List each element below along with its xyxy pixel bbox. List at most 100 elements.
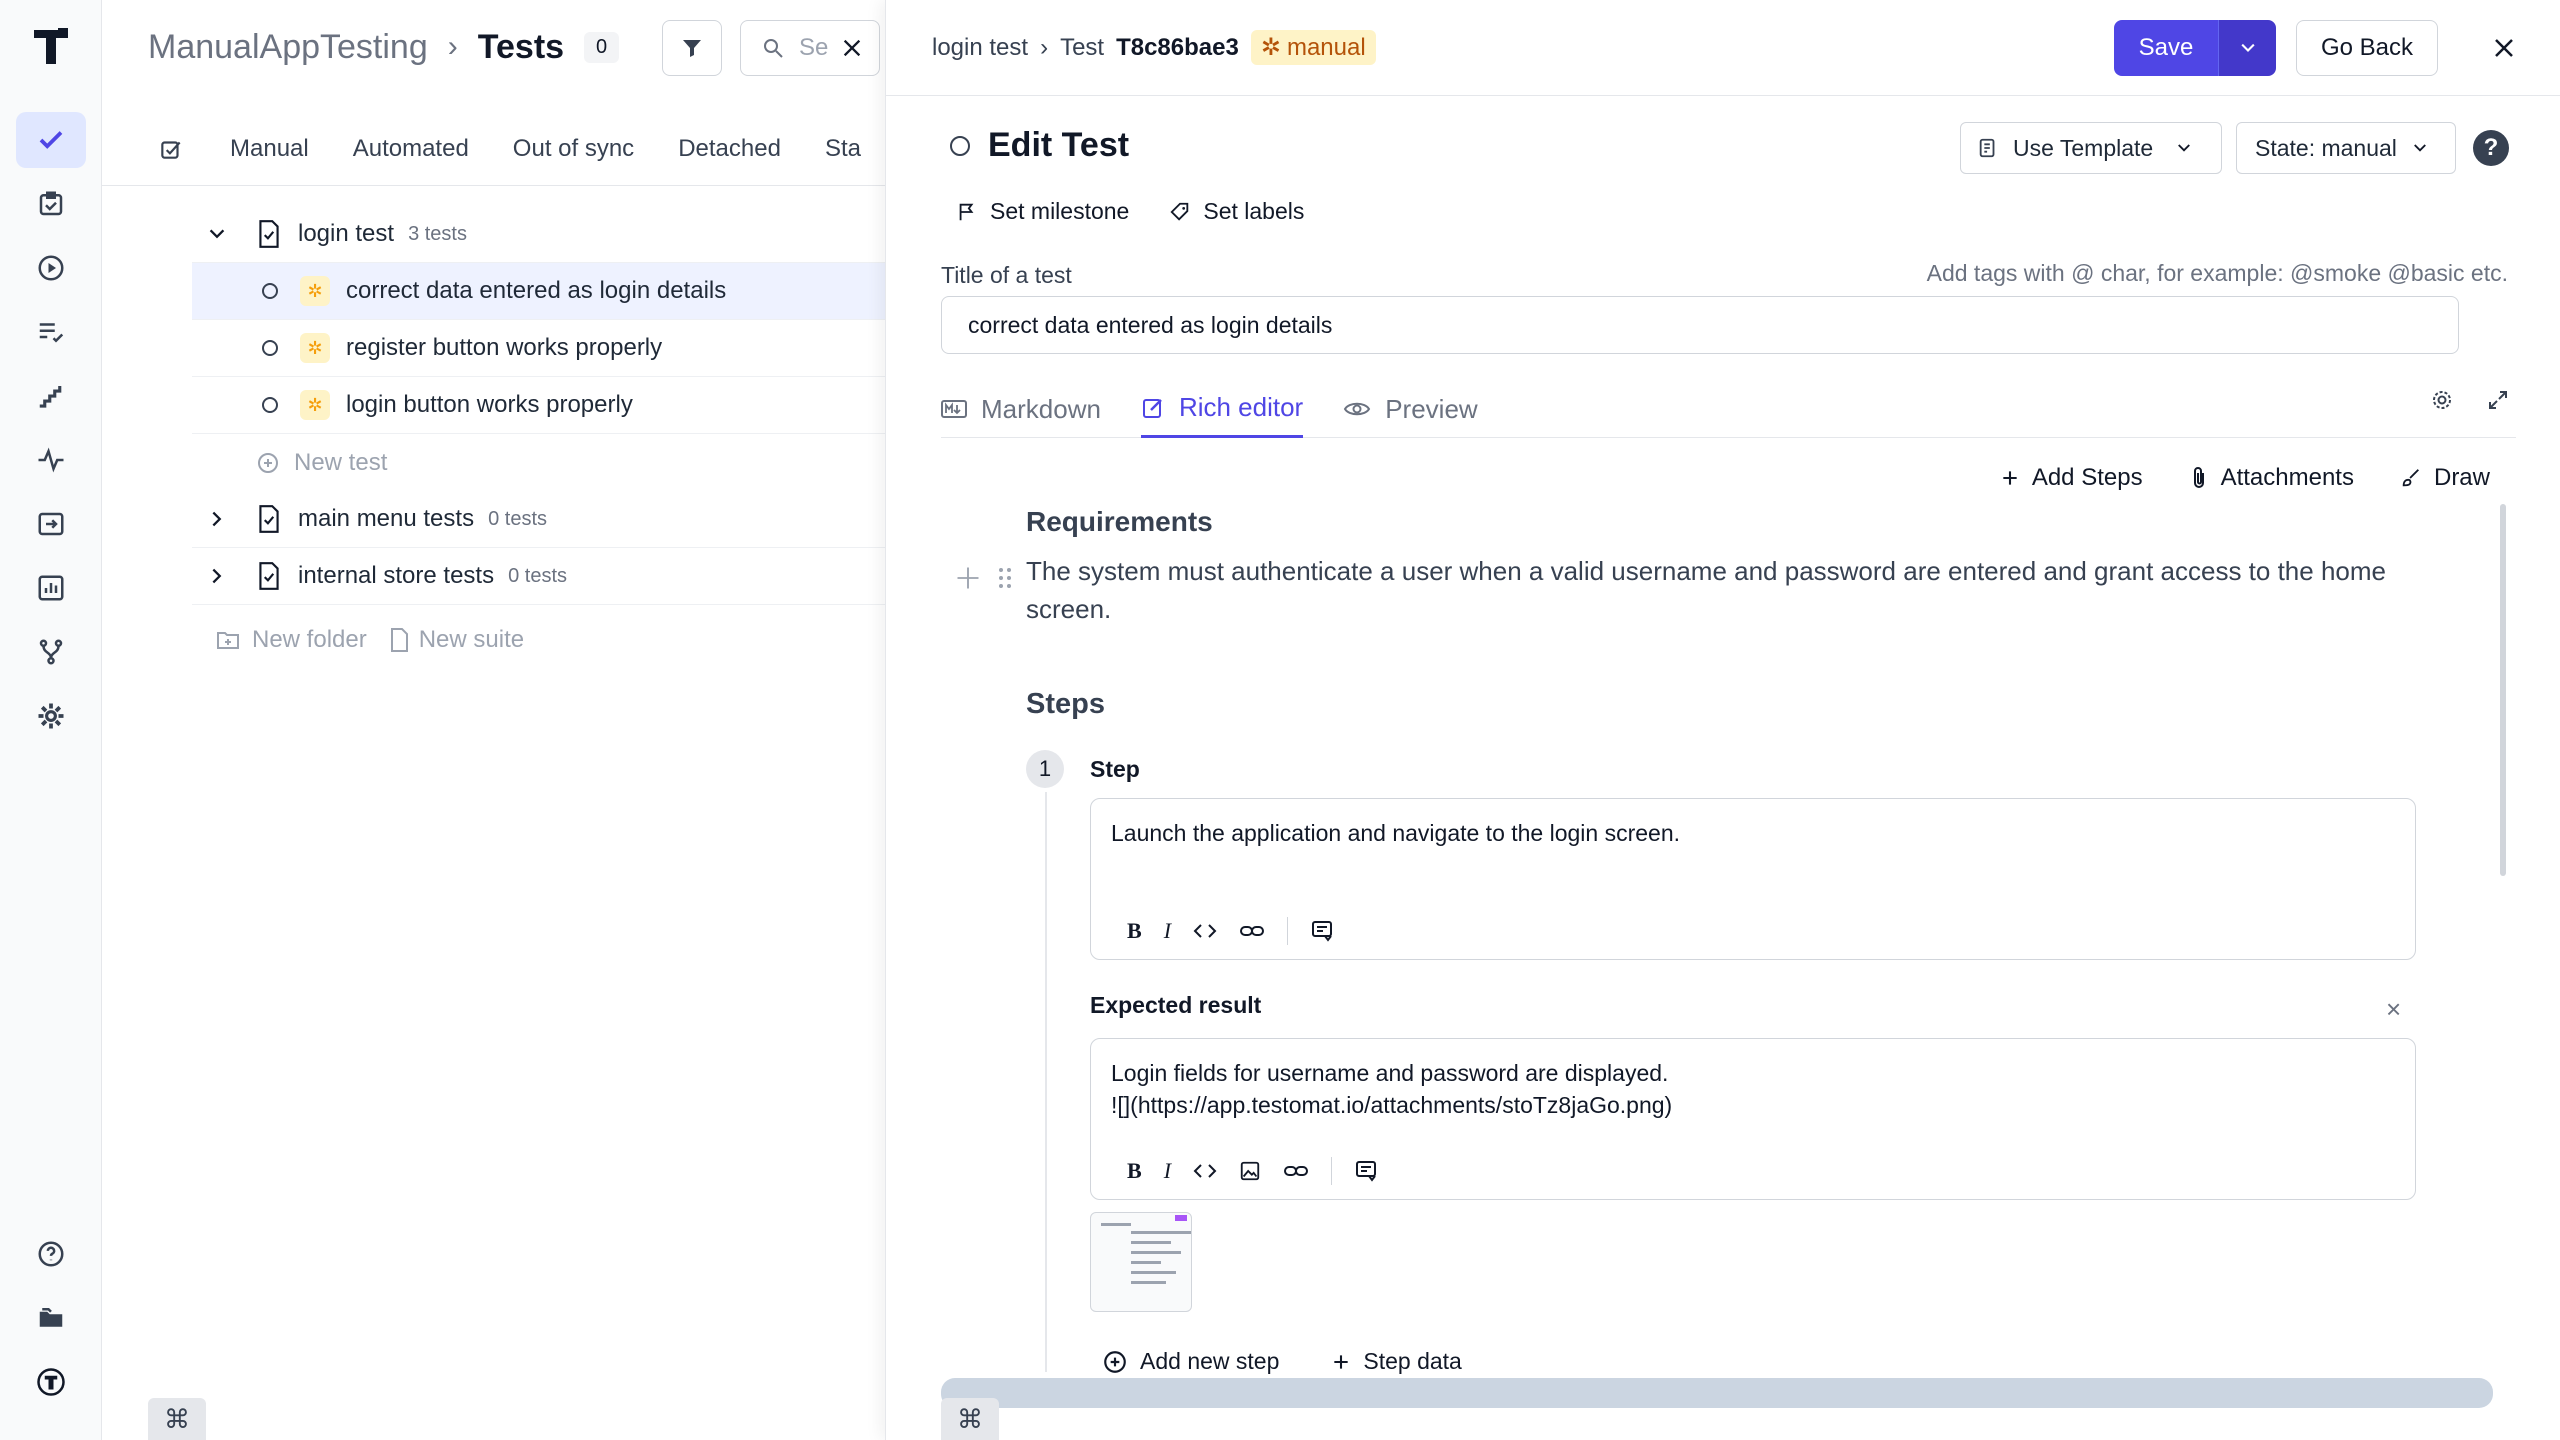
horizontal-scrollbar[interactable]	[941, 1378, 2493, 1408]
italic-icon[interactable]: I	[1164, 918, 1171, 944]
editor-tabs: Markdown Rich editor Preview	[941, 380, 2516, 438]
edit-title: Edit Test	[950, 126, 1129, 165]
suite-row-login-test[interactable]: login test 3 tests	[192, 206, 885, 263]
set-milestone-button[interactable]: Set milestone	[956, 198, 1129, 225]
suite-meta: 0 tests	[488, 507, 547, 530]
test-type-tabs: Manual Automated Out of sync Detached St…	[102, 112, 885, 186]
tab-rich-editor[interactable]: Rich editor	[1140, 380, 1304, 438]
user-logo[interactable]	[16, 1354, 86, 1410]
tab-preview[interactable]: Preview	[1343, 380, 1478, 438]
add-new-step-label: Add new step	[1140, 1348, 1280, 1374]
attachment-thumbnail[interactable]	[1090, 1212, 1192, 1312]
step-header: 1 Step	[1026, 750, 1140, 788]
pulse-icon[interactable]	[16, 432, 86, 488]
suite-file-icon	[256, 561, 282, 591]
requirements-text[interactable]: The system must authenticate a user when…	[1026, 552, 2396, 628]
app-logo[interactable]	[30, 24, 72, 68]
expected-result-editor[interactable]: Login fields for username and password a…	[1090, 1038, 2416, 1200]
list-icon[interactable]	[16, 304, 86, 360]
expand-icon[interactable]	[2486, 388, 2510, 412]
tab-markdown[interactable]: Markdown	[941, 380, 1101, 438]
test-row[interactable]: ✲ correct data entered as login details	[192, 263, 885, 320]
go-back-button[interactable]: Go Back	[2296, 20, 2438, 76]
import-icon[interactable]	[16, 496, 86, 552]
play-icon[interactable]	[16, 240, 86, 296]
thumb-line	[1131, 1231, 1191, 1234]
expected-line-1: Login fields for username and password a…	[1111, 1060, 1669, 1086]
link-icon[interactable]	[1239, 921, 1265, 941]
tab-state[interactable]: Sta	[825, 135, 861, 163]
drag-handle-icon[interactable]	[996, 564, 1014, 592]
expected-text[interactable]: Login fields for username and password a…	[1091, 1039, 2415, 1121]
set-labels-button[interactable]: Set labels	[1169, 198, 1304, 225]
add-steps-button[interactable]: Add Steps	[2000, 464, 2143, 492]
bold-icon[interactable]: B	[1127, 918, 1142, 944]
new-suite-button[interactable]: New suite	[389, 626, 524, 654]
new-folder-button[interactable]: New folder	[216, 626, 367, 654]
rich-editor-content[interactable]: Requirements The system must authenticat…	[957, 506, 2426, 721]
plus-icon	[2003, 471, 2017, 485]
add-block-icon[interactable]	[954, 564, 982, 592]
snippet-icon[interactable]	[1354, 1159, 1378, 1183]
suite-row-main-menu[interactable]: main menu tests 0 tests	[192, 491, 885, 548]
code-icon[interactable]	[1193, 1161, 1217, 1181]
test-row[interactable]: ✲ register button works properly	[192, 320, 885, 377]
steps-heading: Steps	[1026, 688, 1105, 720]
tab-detached[interactable]: Detached	[678, 135, 781, 163]
close-search-button[interactable]	[830, 26, 874, 70]
step-text[interactable]: Launch the application and navigate to t…	[1091, 799, 2415, 849]
bold-icon[interactable]: B	[1127, 1158, 1142, 1184]
project-name[interactable]: ManualAppTesting	[148, 28, 428, 67]
tab-automated[interactable]: Automated	[353, 135, 469, 163]
chevron-right-icon[interactable]	[206, 508, 246, 530]
tab-manual[interactable]: Manual	[230, 135, 309, 163]
test-row[interactable]: ✲ login button works properly	[192, 377, 885, 434]
snippet-icon[interactable]	[1310, 919, 1334, 943]
plus-circle-icon	[1104, 1350, 1126, 1373]
expected-result-label: Expected result	[1090, 992, 1262, 1018]
add-new-step-button[interactable]: Add new step	[1102, 1348, 1279, 1375]
runs-icon[interactable]	[16, 176, 86, 232]
chevron-right-icon[interactable]	[206, 565, 246, 587]
new-test-button[interactable]: New test	[192, 434, 885, 491]
folder-icon[interactable]	[16, 1290, 86, 1346]
draw-label: Draw	[2433, 464, 2490, 491]
code-icon[interactable]	[1193, 921, 1217, 941]
new-test-label: New test	[294, 448, 388, 476]
tests-icon[interactable]	[16, 112, 86, 168]
italic-icon[interactable]: I	[1164, 1158, 1171, 1184]
breadcrumb-suite[interactable]: login test	[932, 34, 1028, 62]
settings-icon[interactable]	[16, 688, 86, 744]
command-palette-button[interactable]: ⌘	[941, 1398, 999, 1440]
attachments-button[interactable]: Attachments	[2189, 464, 2354, 492]
vertical-scrollbar[interactable]	[2500, 504, 2506, 876]
tab-out-of-sync[interactable]: Out of sync	[513, 135, 634, 163]
command-palette-button[interactable]: ⌘	[148, 1398, 206, 1440]
toolbar-divider	[1287, 917, 1289, 945]
step-data-button[interactable]: Step data	[1331, 1348, 1462, 1375]
remove-expected-result-button[interactable]: ×	[2386, 994, 2401, 1025]
steps-icon[interactable]	[16, 368, 86, 424]
save-dropdown-button[interactable]	[2218, 20, 2276, 76]
close-panel-button[interactable]	[2482, 26, 2526, 70]
step-data-label: Step data	[1363, 1348, 1462, 1374]
help-icon[interactable]	[16, 1226, 86, 1282]
editor-settings-icon[interactable]	[2430, 388, 2454, 412]
select-mode-icon[interactable]	[158, 136, 184, 162]
use-template-dropdown[interactable]: Use Template	[1960, 122, 2222, 174]
image-icon[interactable]	[1239, 1160, 1261, 1182]
save-button[interactable]: Save	[2114, 20, 2218, 76]
test-title-input[interactable]: correct data entered as login details	[941, 296, 2459, 354]
link-icon[interactable]	[1283, 1161, 1309, 1181]
analytics-icon[interactable]	[16, 560, 86, 616]
suite-row-internal-store[interactable]: internal store tests 0 tests	[192, 548, 885, 605]
step-editor[interactable]: Launch the application and navigate to t…	[1090, 798, 2416, 960]
filter-button[interactable]	[662, 20, 722, 76]
state-dropdown[interactable]: State: manual	[2236, 122, 2456, 174]
help-icon[interactable]: ?	[2473, 130, 2509, 166]
chevron-down-icon[interactable]	[206, 223, 246, 245]
step-footer-actions: Add new step Step data	[1102, 1348, 1462, 1375]
draw-button[interactable]: Draw	[2400, 464, 2490, 492]
branch-icon[interactable]	[16, 624, 86, 680]
eye-icon	[1344, 402, 1371, 416]
